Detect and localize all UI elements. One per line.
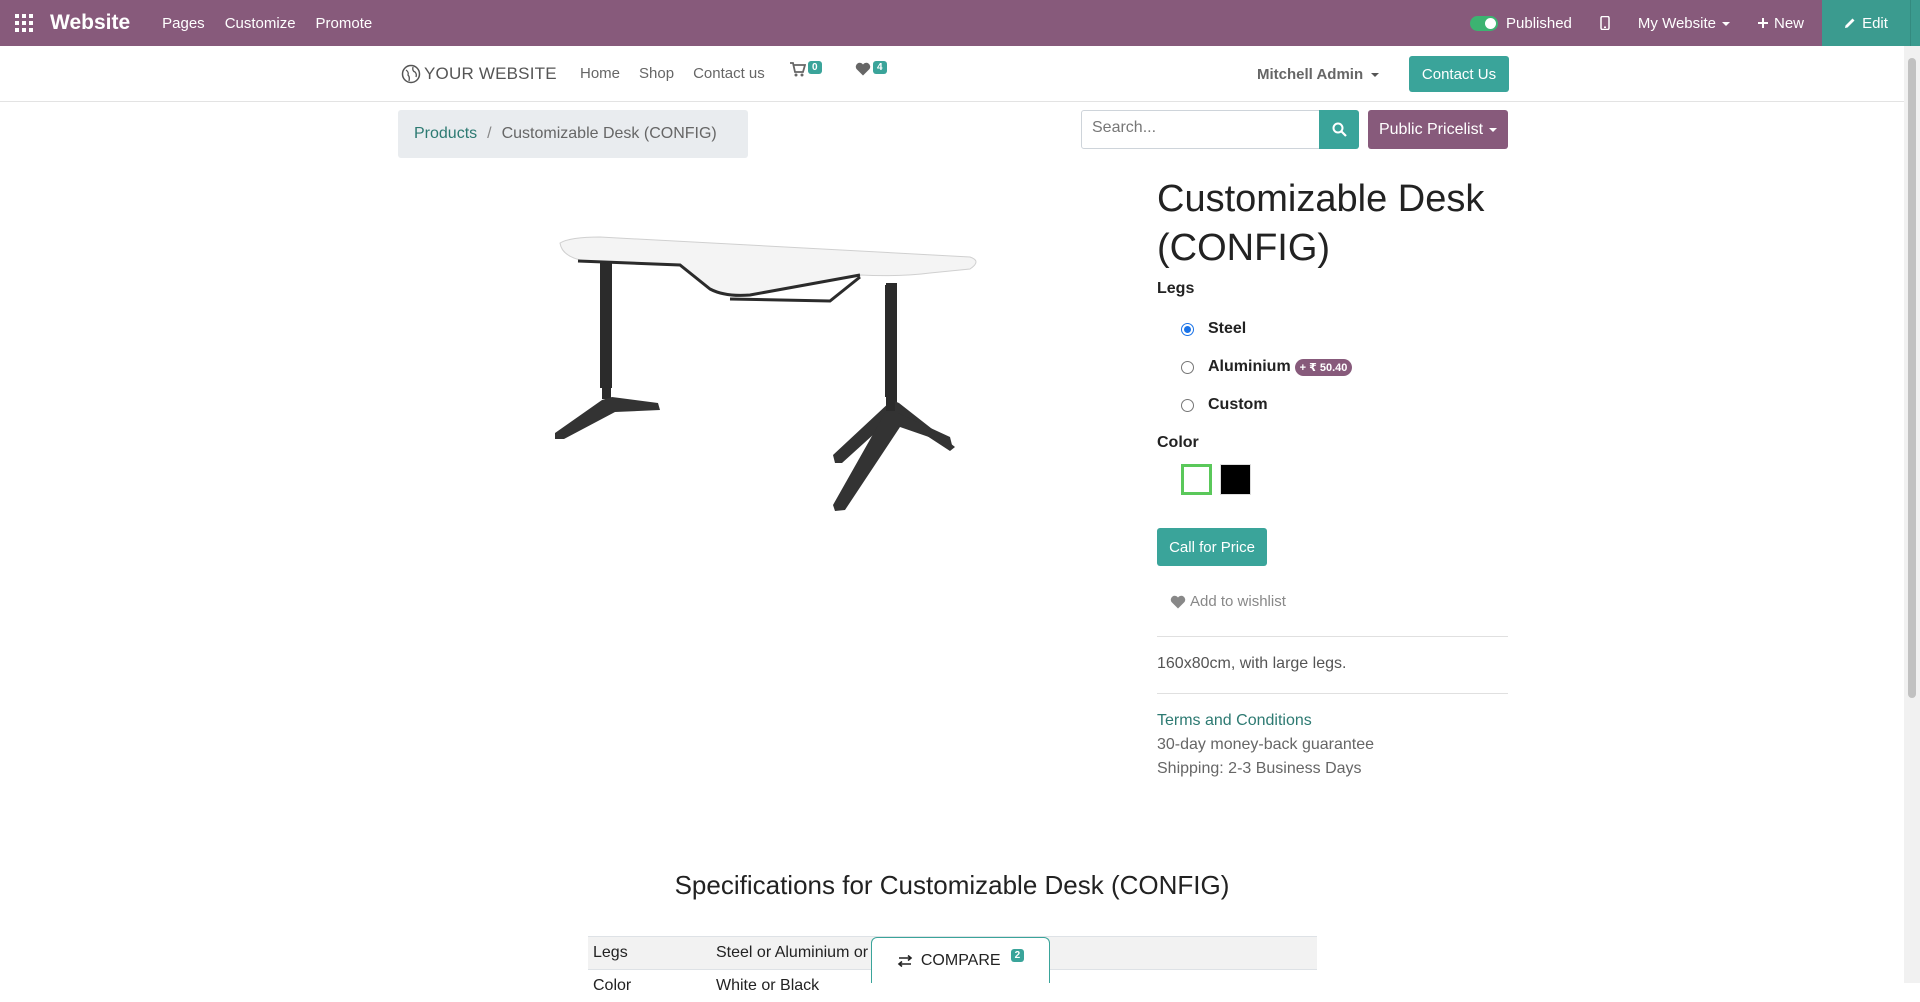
published-label: Published — [1506, 14, 1572, 32]
app-brand[interactable]: Website — [50, 11, 130, 35]
exchange-icon — [897, 954, 913, 967]
caret-down-icon — [1721, 21, 1730, 26]
heart-icon — [855, 62, 871, 76]
call-for-price-button[interactable]: Call for Price — [1157, 528, 1267, 566]
legs-option-steel[interactable]: Steel — [1181, 320, 1246, 338]
edit-label: Edit — [1862, 14, 1888, 32]
new-label: New — [1773, 14, 1804, 32]
logo-text: YOUR WEBSITE — [424, 64, 557, 83]
search-input[interactable]: Search... — [1081, 110, 1321, 149]
shipping-text: Shipping: 2-3 Business Days — [1157, 760, 1362, 777]
contact-us-button[interactable]: Contact Us — [1409, 56, 1509, 92]
spec-key: Legs — [593, 944, 628, 961]
compare-count-badge: 2 — [1010, 949, 1025, 962]
globe-icon — [401, 64, 421, 84]
price-extra-badge: + ₹ 50.40 — [1294, 358, 1353, 376]
search-icon — [1332, 122, 1347, 137]
apps-menu-icon[interactable] — [0, 0, 48, 46]
menu-pages[interactable]: Pages — [162, 15, 205, 32]
site-logo[interactable]: YOUR WEBSITE — [401, 64, 557, 84]
edit-dropdown-toggle[interactable] — [1910, 0, 1920, 46]
legs-option-label: Aluminium — [1208, 358, 1291, 375]
user-menu[interactable]: Mitchell Admin — [1257, 66, 1380, 83]
site-header: YOUR WEBSITE Home Shop Contact us 0 4 Mi… — [0, 46, 1904, 102]
color-label: Color — [1157, 434, 1199, 451]
nav-shop[interactable]: Shop — [639, 65, 674, 82]
search-button[interactable] — [1319, 110, 1359, 149]
toggle-switch-icon[interactable] — [1470, 15, 1499, 31]
divider — [1157, 693, 1508, 694]
radio-icon[interactable] — [1181, 360, 1194, 374]
menu-promote[interactable]: Promote — [316, 15, 373, 32]
shopping-cart-icon — [790, 62, 806, 77]
wishlist-link[interactable]: 4 — [855, 61, 887, 76]
radio-icon[interactable] — [1181, 398, 1194, 412]
menu-customize[interactable]: Customize — [225, 15, 296, 32]
compare-button[interactable]: COMPARE 2 — [871, 937, 1050, 983]
cart-link[interactable]: 0 — [790, 61, 822, 77]
radio-selected-icon[interactable] — [1181, 322, 1194, 336]
caret-down-icon — [1371, 73, 1380, 78]
specifications-title: Specifications for Customizable Desk (CO… — [674, 870, 1230, 900]
divider — [1157, 636, 1508, 637]
pricelist-label: Public Pricelist — [1378, 120, 1484, 138]
legs-label: Legs — [1157, 280, 1195, 297]
my-website-label: My Website — [1637, 14, 1716, 32]
product-image — [555, 236, 977, 511]
my-website-dropdown[interactable]: My Website — [1638, 15, 1730, 32]
breadcrumb-products-link[interactable]: Products — [414, 125, 477, 143]
terms-link[interactable]: Terms and Conditions — [1157, 712, 1312, 730]
legs-option-custom[interactable]: Custom — [1181, 396, 1268, 414]
caret-down-icon — [1489, 127, 1498, 132]
color-swatch-white[interactable] — [1181, 464, 1212, 495]
wishlist-count-badge: 4 — [873, 61, 887, 74]
color-swatch-black[interactable] — [1220, 464, 1251, 495]
nav-home[interactable]: Home — [580, 65, 620, 82]
published-toggle[interactable]: Published — [1470, 15, 1572, 32]
nav-contact-us[interactable]: Contact us — [693, 65, 765, 82]
breadcrumb-current: Customizable Desk (CONFIG) — [501, 125, 717, 142]
add-to-wishlist-label: Add to wishlist — [1190, 593, 1286, 610]
user-name: Mitchell Admin — [1257, 66, 1364, 83]
new-button[interactable]: New — [1757, 14, 1804, 32]
cart-count-badge: 0 — [808, 61, 822, 74]
spec-key: Color — [593, 977, 632, 994]
heart-icon — [1170, 595, 1186, 608]
guarantee-text: 30-day money-back guarantee — [1157, 736, 1375, 753]
admin-navbar: Website Pages Customize Promote Publishe… — [0, 0, 1920, 46]
legs-option-label: Steel — [1208, 320, 1247, 337]
legs-option-label: Custom — [1208, 396, 1268, 413]
plus-icon — [1757, 18, 1768, 28]
product-title: Customizable Desk (CONFIG) — [1157, 178, 1485, 269]
mobile-preview-icon[interactable] — [1600, 16, 1610, 30]
spec-value: White or Black — [716, 977, 820, 994]
pricelist-dropdown[interactable]: Public Pricelist — [1368, 110, 1508, 149]
breadcrumb: Products / Customizable Desk (CONFIG) — [398, 110, 748, 158]
breadcrumb-separator: / — [487, 125, 492, 142]
pencil-icon — [1845, 18, 1855, 28]
compare-label: COMPARE — [920, 951, 1001, 969]
legs-option-aluminium[interactable]: Aluminium + ₹ 50.40 — [1181, 358, 1353, 376]
scrollbar-thumb[interactable] — [1908, 58, 1916, 698]
product-description: 160x80cm, with large legs. — [1157, 655, 1347, 672]
add-to-wishlist-link[interactable]: Add to wishlist — [1170, 593, 1286, 610]
main-nav: Home Shop Contact us — [580, 65, 765, 82]
edit-button[interactable]: Edit — [1822, 0, 1910, 46]
